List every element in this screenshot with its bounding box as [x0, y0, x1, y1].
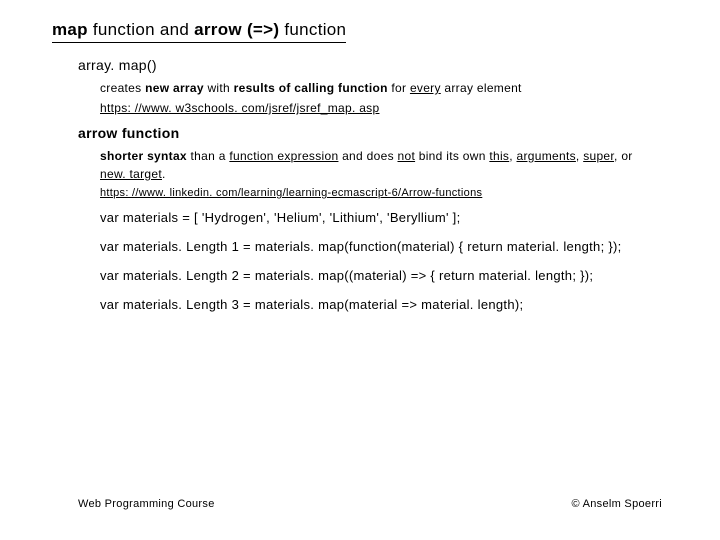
- title-map: map: [52, 20, 88, 39]
- arraymap-link[interactable]: https: //www. w3schools. com/jsref/jsref…: [100, 101, 720, 115]
- txt-under: new. target: [100, 167, 162, 181]
- txt: .: [162, 167, 166, 181]
- arraymap-heading: array. map(): [78, 57, 720, 73]
- txt: array element: [441, 81, 522, 95]
- code-line-4: var materials. Length 3 = materials. map…: [100, 296, 670, 315]
- arrow-link[interactable]: https: //www. linkedin. com/learning/lea…: [100, 187, 720, 199]
- txt-under: every: [410, 81, 441, 95]
- txt-bold: shorter syntax: [100, 149, 187, 163]
- txt-under: not: [398, 149, 416, 163]
- footer-left: Web Programming Course: [78, 498, 215, 510]
- footer: Web Programming Course © Anselm Spoerri: [78, 498, 662, 510]
- code-line-1: var materials = [ 'Hydrogen', 'Helium', …: [100, 209, 670, 228]
- txt: creates: [100, 81, 145, 95]
- title-arrow: arrow (=>): [194, 20, 279, 39]
- slide: map function and arrow (=>) function arr…: [0, 0, 720, 540]
- txt-bold: new array: [145, 81, 204, 95]
- arraymap-desc: creates new array with results of callin…: [100, 79, 660, 97]
- txt-under: this: [489, 149, 509, 163]
- txt: bind its own: [415, 149, 489, 163]
- title-text-1: function and: [88, 20, 194, 39]
- footer-right: © Anselm Spoerri: [571, 498, 662, 510]
- txt: for: [388, 81, 410, 95]
- txt-bold: results of calling function: [234, 81, 388, 95]
- title-text-2: function: [279, 20, 346, 39]
- txt: ,: [509, 149, 516, 163]
- txt: and does: [338, 149, 397, 163]
- arrow-desc: shorter syntax than a function expressio…: [100, 147, 660, 183]
- slide-title: map function and arrow (=>) function: [52, 20, 346, 43]
- txt: , or: [614, 149, 633, 163]
- txt: than a: [187, 149, 229, 163]
- txt: with: [204, 81, 234, 95]
- arrow-heading: arrow function: [78, 125, 720, 141]
- code-line-3: var materials. Length 2 = materials. map…: [100, 267, 670, 286]
- txt-under: arguments: [517, 149, 576, 163]
- code-line-2: var materials. Length 1 = materials. map…: [100, 238, 670, 257]
- txt-under: super: [583, 149, 614, 163]
- txt-under: function expression: [229, 149, 338, 163]
